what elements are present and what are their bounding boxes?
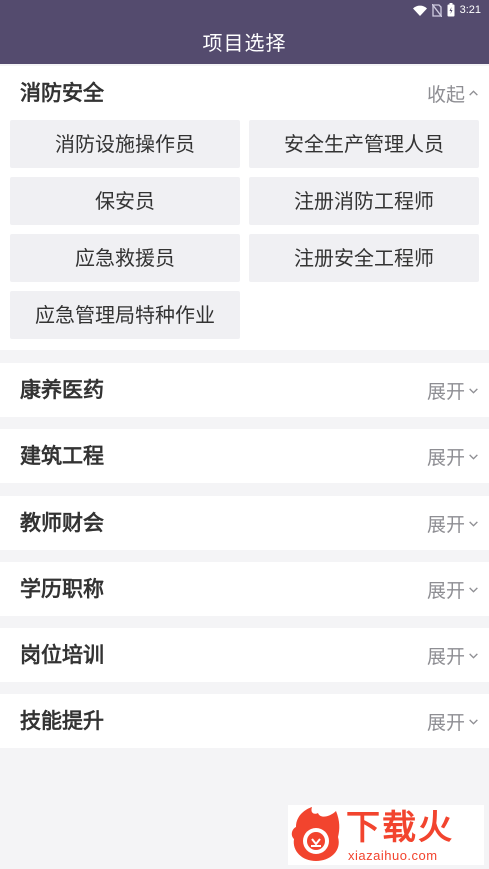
toggle-label: 收起 — [426, 83, 465, 106]
section-construction[interactable]: 建筑工程 展开 — [0, 429, 489, 483]
flame-logo-icon — [291, 807, 340, 861]
chevron-down-icon — [469, 652, 478, 659]
chevron-down-icon — [469, 387, 478, 394]
section-education-title[interactable]: 学历职称 展开 — [0, 562, 489, 616]
toggle-label: 展开 — [426, 645, 465, 668]
grid-item[interactable]: 注册安全工程师 — [249, 234, 479, 282]
chevron-down-icon — [469, 718, 478, 725]
page-title: 项目选择 — [202, 31, 287, 55]
wifi-icon — [412, 5, 427, 16]
grid-item[interactable]: 消防设施操作员 — [10, 120, 240, 168]
toggle-label: 展开 — [426, 513, 465, 536]
section-title: 学历职称 — [20, 577, 104, 601]
expand-toggle[interactable]: 展开 — [427, 628, 479, 682]
grid-item[interactable]: 安全生产管理人员 — [249, 120, 479, 168]
chevron-down-icon — [469, 453, 478, 460]
grid-item[interactable]: 注册消防工程师 — [249, 177, 479, 225]
app-header: 3:21 项目选择 — [0, 0, 489, 64]
section-header[interactable]: 教师财会 展开 — [0, 496, 489, 550]
section-fire-safety: 消防安全 收起 消防设施操作员 安全生产管理人员 保安员 注册消防工程师 应急救… — [0, 66, 489, 350]
watermark-text: 下载火 — [346, 808, 454, 848]
section-header[interactable]: 岗位培训 展开 — [0, 628, 489, 682]
expand-toggle[interactable]: 展开 — [427, 429, 479, 483]
section-job-training[interactable]: 岗位培训 展开 — [0, 628, 489, 682]
battery-icon — [447, 3, 455, 17]
toggle-label: 展开 — [426, 711, 465, 734]
chevron-down-icon — [469, 586, 478, 593]
status-bar: 3:21 — [0, 0, 489, 20]
watermark-url: xiazaihuo.com — [348, 848, 438, 863]
watermark: 下载火 xiazaihuo.com — [288, 805, 484, 865]
no-sim-icon — [431, 3, 442, 17]
grid-item[interactable]: 应急救援员 — [10, 234, 240, 282]
toggle-label: 展开 — [426, 380, 465, 403]
section-header[interactable]: 学历职称 展开 — [0, 562, 489, 616]
expand-toggle[interactable]: 展开 — [427, 694, 479, 748]
section-health[interactable]: 康养医药 展开 — [0, 363, 489, 417]
section-header[interactable]: 技能提升 展开 — [0, 694, 489, 748]
status-time: 3:21 — [459, 4, 481, 16]
section-skill-upgrade[interactable]: 技能提升 展开 — [0, 694, 489, 748]
section-header[interactable]: 消防安全 收起 — [0, 66, 489, 120]
collapse-toggle[interactable]: 收起 — [427, 66, 479, 120]
section-teacher-finance[interactable]: 教师财会 展开 — [0, 496, 489, 550]
chevron-up-icon — [469, 89, 478, 96]
section-title: 岗位培训 — [20, 643, 104, 667]
section-title: 消防安全 — [20, 81, 104, 105]
section-title: 建筑工程 — [20, 444, 104, 468]
section-title: 技能提升 — [20, 709, 104, 733]
section-header[interactable]: 康养医药 展开 — [0, 363, 489, 417]
toggle-label: 展开 — [426, 579, 465, 602]
toggle-label: 展开 — [426, 446, 465, 469]
grid-item[interactable]: 应急管理局特种作业 — [10, 291, 240, 339]
expand-toggle[interactable]: 展开 — [427, 363, 479, 417]
section-title: 康养医药 — [20, 378, 104, 402]
section-header[interactable]: 建筑工程 展开 — [0, 429, 489, 483]
section-title: 教师财会 — [20, 511, 104, 535]
expand-toggle[interactable]: 展开 — [427, 496, 479, 550]
item-grid: 消防设施操作员 安全生产管理人员 保安员 注册消防工程师 应急救援员 注册安全工… — [0, 120, 489, 350]
expand-toggle[interactable]: 展开 — [427, 562, 479, 616]
grid-item[interactable]: 保安员 — [10, 177, 240, 225]
chevron-down-icon — [469, 520, 478, 527]
